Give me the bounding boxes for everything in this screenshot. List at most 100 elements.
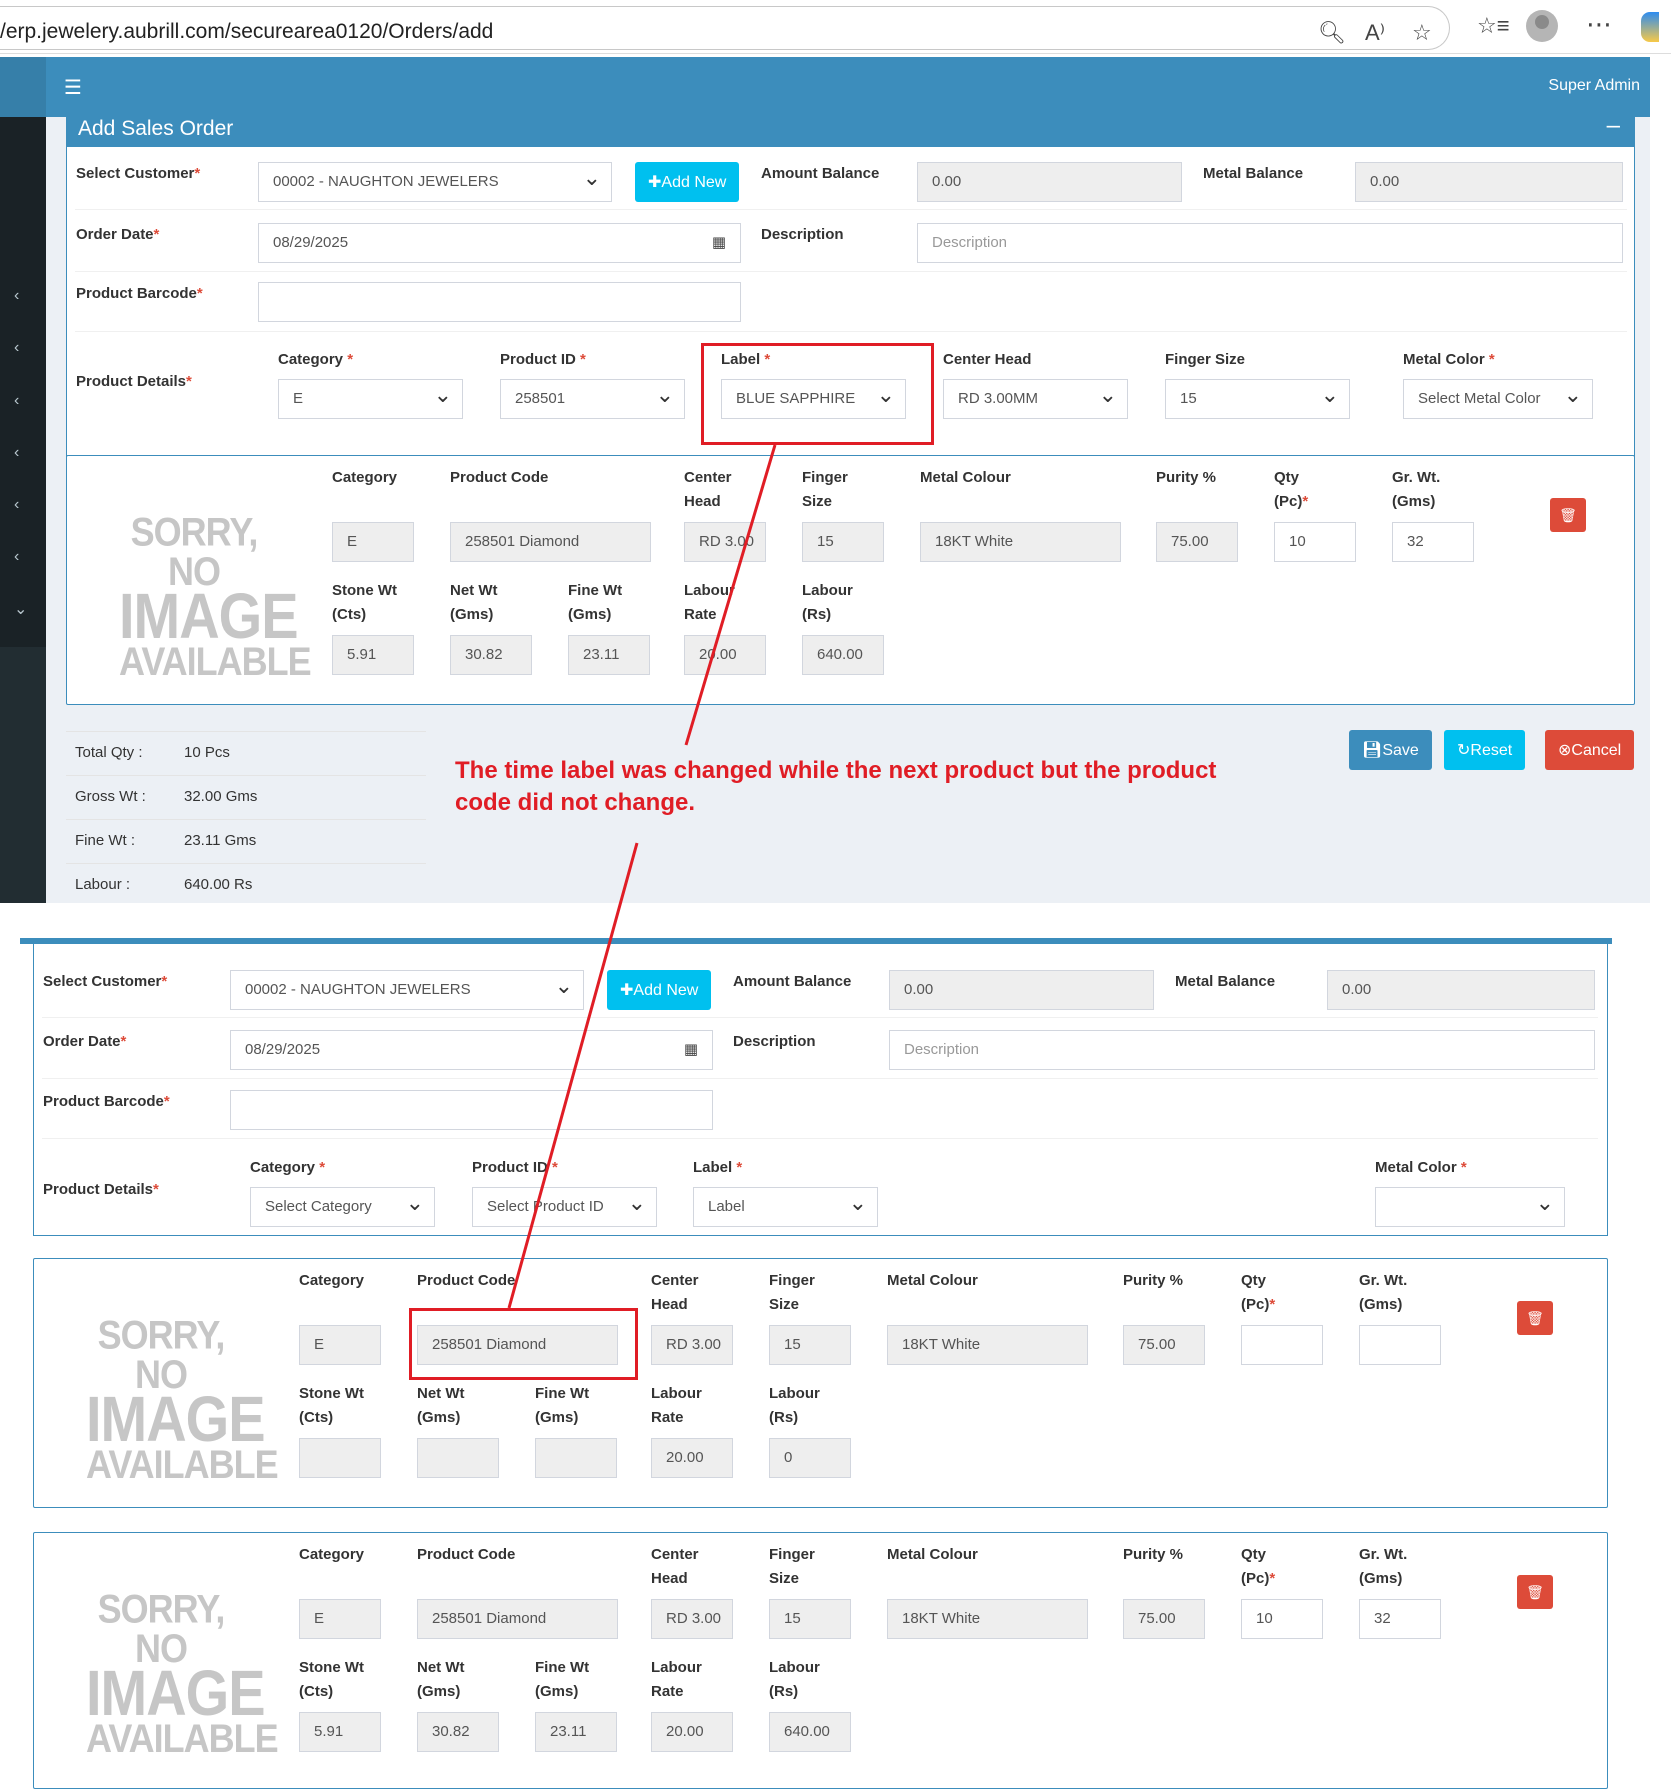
add-new-button[interactable]: ✚Add New — [635, 162, 740, 202]
item-center-head-field: RD 3.00 — [684, 522, 766, 562]
save-button[interactable]: 💾︎Save — [1349, 730, 1432, 770]
delete-item-button[interactable]: 🗑︎ — [1550, 498, 1586, 532]
item-metal-colour-field: 18KT White — [887, 1325, 1088, 1365]
panel-header: Add Sales Order – — [67, 111, 1634, 147]
item-purity-label: Purity % — [1156, 469, 1217, 486]
customer-select[interactable]: 00002 - NAUGHTON JEWELERS — [230, 970, 584, 1010]
app-lower: Select Customer* 00002 - NAUGHTON JEWELE… — [20, 938, 1612, 1789]
description-input[interactable]: Description — [889, 1030, 1595, 1070]
plus-icon: ✚ — [648, 174, 662, 191]
amount-balance-label: Amount Balance — [761, 165, 880, 182]
address-bar[interactable]: /erp.jewelery.aubrill.com/securearea0120… — [0, 6, 1450, 50]
labour-value: 640.00 Rs — [184, 876, 253, 893]
reset-button[interactable]: ↻Reset — [1444, 730, 1526, 770]
item-grwt-input[interactable] — [1359, 1325, 1441, 1365]
description-input[interactable]: Description — [917, 223, 1623, 263]
copilot-icon[interactable] — [1641, 12, 1659, 42]
profile-avatar-icon[interactable] — [1526, 10, 1558, 42]
favorites-list-icon[interactable]: ☆≡ — [1477, 13, 1510, 39]
sidebar-chevron-icon[interactable]: ‹ — [14, 548, 19, 566]
amount-balance-label: Amount Balance — [733, 973, 852, 990]
sidebar-chevron-icon[interactable]: ‹ — [14, 339, 19, 357]
item-metal-colour-label: Metal Colour — [887, 1272, 978, 1289]
center-head-select[interactable]: RD 3.00MM — [943, 379, 1128, 419]
item-grwt-label: Gr. Wt. (Gms) — [1359, 1272, 1408, 1313]
item-grwt-input[interactable]: 32 — [1392, 522, 1474, 562]
read-aloud-icon[interactable]: A⁾ — [1365, 20, 1385, 46]
item-labour-rate-field: 20.00 — [684, 635, 766, 675]
favorite-star-icon[interactable]: ☆ — [1412, 20, 1432, 46]
product-id-label: Product ID * — [500, 351, 586, 368]
item-center-head-field: RD 3.00 — [651, 1325, 733, 1365]
item-metal-colour-field: 18KT White — [887, 1599, 1088, 1639]
order-item-card: SORRY, NO IMAGE AVAILABLE Category Product… — [33, 1258, 1608, 1508]
item-finger-size-label: Finger Size — [769, 1272, 815, 1313]
item-labour-rate-label: Labour Rate — [651, 1659, 702, 1700]
fine-wt-value: 23.11 Gms — [184, 832, 257, 849]
item-labour-rate-label: Labour Rate — [651, 1385, 702, 1426]
zoom-icon[interactable]: 🔍︎ — [1318, 20, 1346, 46]
product-id-select[interactable]: Select Product ID — [472, 1187, 657, 1227]
more-options-icon[interactable]: ⋯ — [1586, 9, 1612, 40]
url-text: /erp.jewelery.aubrill.com/securearea0120… — [0, 20, 494, 43]
order-date-input[interactable]: 08/29/2025 ▦ — [258, 223, 741, 263]
cancel-button[interactable]: ⊗Cancel — [1545, 730, 1635, 770]
item-labour-rs-field: 0 — [769, 1438, 851, 1478]
customer-select[interactable]: 00002 - NAUGHTON JEWELERS — [258, 162, 612, 202]
finger-size-select[interactable]: 15 — [1165, 379, 1350, 419]
item-purity-label: Purity % — [1123, 1272, 1184, 1289]
category-label: Category * — [278, 351, 354, 368]
item-stone-wt-field — [299, 1438, 381, 1478]
delete-item-button[interactable]: 🗑︎ — [1517, 1575, 1553, 1609]
user-menu[interactable]: Super Admin — [1548, 77, 1640, 95]
calendar-icon[interactable]: ▦ — [684, 1040, 698, 1058]
sidebar-chevron-icon[interactable]: ‹ — [14, 496, 19, 514]
labour-label: Labour : — [75, 876, 131, 893]
item-net-wt-field: 30.82 — [417, 1712, 499, 1752]
menu-toggle-icon[interactable]: ☰ — [64, 75, 82, 100]
add-new-button[interactable]: ✚Add New — [607, 970, 712, 1010]
metal-balance-field: 0.00 — [1327, 970, 1595, 1010]
item-net-wt-label: Net Wt (Gms) — [417, 1385, 465, 1426]
item-qty-input[interactable] — [1241, 1325, 1323, 1365]
product-barcode-input[interactable] — [258, 282, 741, 322]
page-title: Add Sales Order — [78, 117, 234, 140]
no-image-placeholder: SORRY, NO IMAGE AVAILABLE — [86, 1312, 279, 1487]
item-fine-wt-label: Fine Wt (Gms) — [568, 582, 623, 623]
collapse-icon[interactable]: – — [1607, 112, 1620, 140]
item-stone-wt-field: 5.91 — [332, 635, 414, 675]
product-barcode-input[interactable] — [230, 1090, 713, 1130]
product-id-label: Product ID * — [472, 1159, 558, 1176]
item-qty-input[interactable]: 10 — [1241, 1599, 1323, 1639]
delete-item-button[interactable]: 🗑︎ — [1517, 1301, 1553, 1335]
trash-icon: 🗑︎ — [1526, 1584, 1544, 1600]
item-grwt-input[interactable]: 32 — [1359, 1599, 1441, 1639]
metal-color-select[interactable] — [1375, 1187, 1565, 1227]
sidebar-chevron-icon[interactable]: ‹ — [14, 392, 19, 410]
gross-wt-value: 32.00 Gms — [184, 788, 258, 805]
category-select[interactable]: Select Category — [250, 1187, 435, 1227]
item-qty-label: Qty (Pc)* — [1274, 469, 1309, 510]
annotation-box-label — [701, 343, 934, 445]
product-id-select[interactable]: 258501 — [500, 379, 685, 419]
calendar-icon[interactable]: ▦ — [712, 233, 726, 251]
sidebar-chevron-icon[interactable]: ‹ — [14, 287, 19, 305]
floppy-icon: 💾︎ — [1362, 742, 1383, 759]
label-select[interactable]: Label — [693, 1187, 878, 1227]
amount-balance-field: 0.00 — [889, 970, 1154, 1010]
no-image-placeholder: SORRY, NO IMAGE AVAILABLE — [86, 1586, 279, 1761]
item-grwt-label: Gr. Wt. (Gms) — [1359, 1546, 1408, 1587]
item-net-wt-field — [417, 1438, 499, 1478]
item-fine-wt-label: Fine Wt (Gms) — [535, 1385, 590, 1426]
item-product-code-label: Product Code — [417, 1272, 516, 1289]
item-fine-wt-field: 23.11 — [535, 1712, 617, 1752]
metal-color-select[interactable]: Select Metal Color — [1403, 379, 1593, 419]
category-select[interactable]: E — [278, 379, 463, 419]
item-labour-rate-label: Labour Rate — [684, 582, 735, 623]
order-date-input[interactable]: 08/29/2025 ▦ — [230, 1030, 713, 1070]
browser-toolbar: /erp.jewelery.aubrill.com/securearea0120… — [0, 0, 1671, 54]
select-customer-label: Select Customer* — [76, 165, 201, 182]
sidebar-chevron-down-icon[interactable]: ⌄ — [14, 599, 27, 619]
item-qty-input[interactable]: 10 — [1274, 522, 1356, 562]
sidebar-chevron-icon[interactable]: ‹ — [14, 444, 19, 462]
